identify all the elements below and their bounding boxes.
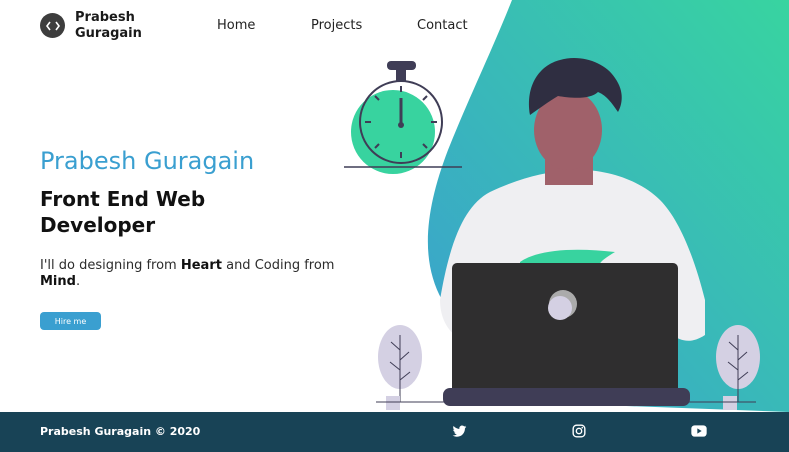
nav-contact-link[interactable]: Contact: [417, 18, 468, 33]
brand-name[interactable]: Prabesh Guragain: [75, 10, 142, 42]
brand-last-name: Guragain: [75, 26, 142, 41]
site-header: Prabesh Guragain Home Projects Contact: [0, 0, 789, 54]
youtube-icon[interactable]: [691, 424, 707, 440]
tagline-heart-bold: Heart: [180, 258, 222, 273]
nav-home-link[interactable]: Home: [217, 18, 255, 33]
hero-section: Prabesh Guragain Front End Web Developer…: [40, 146, 370, 290]
nav-projects-link[interactable]: Projects: [311, 18, 362, 33]
code-icon[interactable]: [40, 13, 65, 38]
twitter-icon[interactable]: [452, 424, 468, 440]
hero-name-heading: Prabesh Guragain: [40, 147, 255, 175]
tagline-mind-bold: Mind: [40, 274, 76, 289]
laptop-icon: [443, 263, 690, 406]
plant-right-icon: [716, 325, 760, 410]
plant-left-icon: [378, 325, 422, 410]
hire-me-button[interactable]: Hire me: [40, 312, 101, 330]
footer-copyright: Prabesh Guragain © 2020: [40, 425, 201, 438]
hero-tagline: I'll do designing from Heart and Coding …: [40, 258, 345, 290]
tagline-period: .: [75, 274, 81, 289]
instagram-icon[interactable]: [572, 424, 588, 440]
tagline-text-2: and Coding from: [221, 258, 335, 273]
brand-first-name: Prabesh: [75, 10, 135, 25]
hero-role-heading: Front End Web Developer: [40, 187, 206, 237]
tagline-text-1: I'll do designing from: [40, 258, 181, 273]
site-footer: Prabesh Guragain © 2020: [0, 412, 789, 452]
